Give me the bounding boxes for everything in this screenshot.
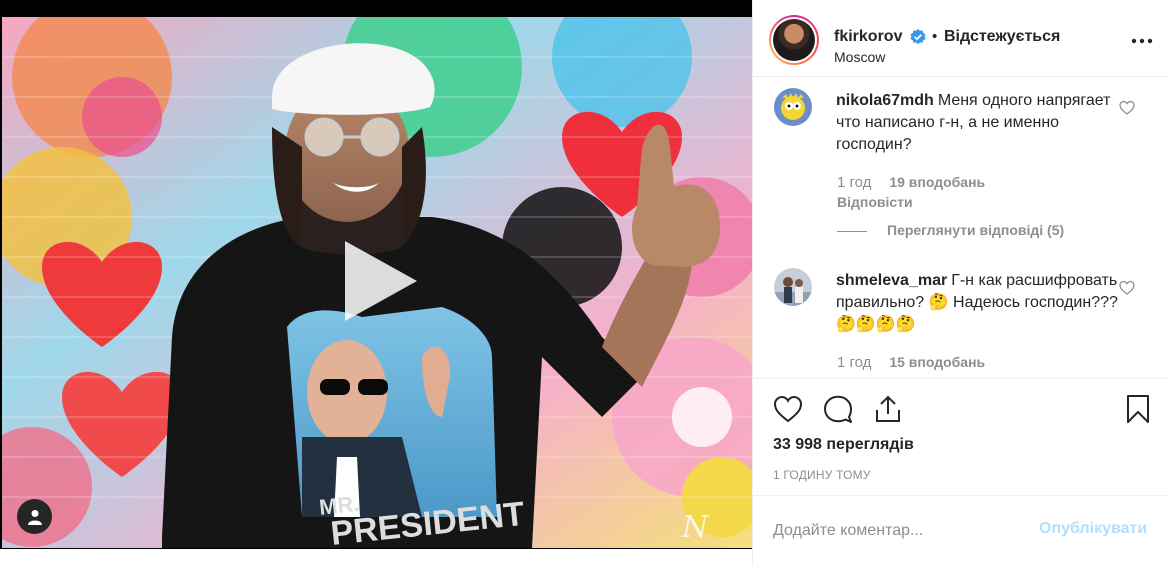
- publish-button[interactable]: Опублікувати: [1039, 520, 1147, 538]
- comment-input[interactable]: [773, 516, 1033, 546]
- verified-badge-icon: [910, 29, 926, 45]
- bookmark-icon[interactable]: [1122, 393, 1154, 425]
- comment-likes[interactable]: 15 вподобань: [889, 354, 985, 370]
- post-media[interactable]: MR. PRESIDENT N: [0, 0, 752, 549]
- follow-separator: •: [932, 28, 938, 45]
- heart-icon[interactable]: [1119, 100, 1135, 116]
- post-location[interactable]: Moscow: [834, 49, 885, 65]
- post-header: fkirkorov • Відстежується Moscow: [753, 0, 1169, 77]
- comment-time[interactable]: 1 год: [837, 174, 871, 191]
- person-icon: [27, 509, 42, 525]
- share-icon[interactable]: [872, 393, 904, 425]
- view-replies-label: Переглянути відповіді (5): [887, 222, 1065, 238]
- add-comment-section: Опублікувати: [753, 495, 1169, 565]
- media-bottom-gap: [0, 549, 752, 565]
- author-avatar[interactable]: [769, 15, 819, 65]
- comment-bubble-icon[interactable]: [822, 393, 854, 425]
- heart-icon[interactable]: [1119, 280, 1135, 296]
- comment-meta: 1 год 15 вподобань: [837, 354, 985, 371]
- tagged-users-button[interactable]: [17, 499, 52, 534]
- post-dialog: MR. PRESIDENT N fkirkorov • Відстежуєтьс…: [0, 0, 1169, 565]
- post-actions: 33 998 переглядів 1 ГОДИНУ ТОМУ: [753, 378, 1169, 502]
- more-dots-icon[interactable]: [1130, 36, 1154, 46]
- heart-icon[interactable]: [772, 393, 804, 425]
- comment-username[interactable]: nikola67mdh: [836, 92, 934, 109]
- play-icon[interactable]: [337, 237, 425, 325]
- replies-divider: [837, 230, 867, 232]
- comment-meta: 1 год 19 вподобань: [837, 174, 985, 191]
- commenter-avatar[interactable]: [774, 268, 812, 306]
- comment-text-block: nikola67mdh Меня одного напрягает что нап…: [836, 90, 1118, 156]
- following-button[interactable]: Відстежується: [944, 28, 1060, 46]
- view-replies-button[interactable]: Переглянути відповіді (5): [837, 222, 1064, 238]
- reply-button[interactable]: Відповісти: [837, 194, 913, 210]
- author-username[interactable]: fkirkorov: [834, 28, 902, 46]
- commenter-avatar[interactable]: [774, 88, 812, 126]
- post-timestamp[interactable]: 1 ГОДИНУ ТОМУ: [773, 468, 871, 482]
- comment-likes[interactable]: 19 вподобань: [889, 174, 985, 190]
- comment-username[interactable]: shmeleva_mar: [836, 272, 947, 289]
- views-count[interactable]: 33 998 переглядів: [773, 436, 914, 454]
- comment-time[interactable]: 1 год: [837, 354, 871, 371]
- post-details-panel: fkirkorov • Відстежується Moscow nikola6…: [752, 0, 1169, 565]
- comment-text-block: shmeleva_mar Г-н как расшифровать правиль…: [836, 270, 1118, 336]
- watermark-signature: N: [681, 510, 710, 545]
- comments-list[interactable]: nikola67mdh Меня одного напрягает что нап…: [753, 78, 1169, 378]
